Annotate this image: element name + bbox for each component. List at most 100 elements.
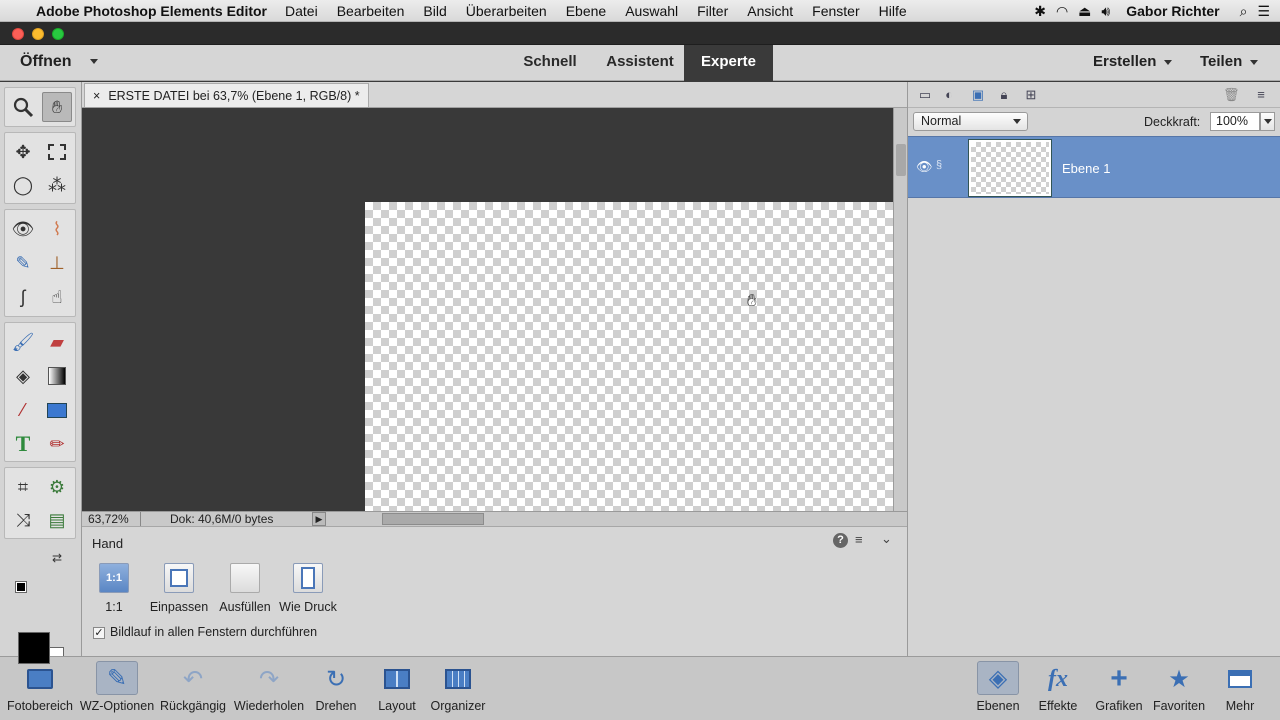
- options-menu-icon[interactable]: ≡: [855, 532, 863, 547]
- notification-center-icon[interactable]: ☰: [1257, 3, 1270, 20]
- document-tab[interactable]: × ERSTE DATEI bei 63,7% (Ebene 1, RGB/8)…: [84, 83, 369, 107]
- opacity-input[interactable]: 100%: [1210, 112, 1260, 131]
- eraser-tool-icon[interactable]: ▰: [42, 327, 72, 357]
- share-button[interactable]: Teilen: [1200, 51, 1259, 73]
- tab-assistent[interactable]: Assistent: [597, 45, 683, 81]
- layers-icon: ◈: [977, 661, 1019, 695]
- menu-filter[interactable]: Filter: [697, 3, 728, 19]
- eyedropper-icon[interactable]: ⁄: [8, 395, 38, 425]
- close-window-icon[interactable]: [12, 28, 24, 40]
- move-tool-icon[interactable]: ✥: [8, 137, 38, 167]
- default-colors-icon[interactable]: [15, 581, 27, 593]
- clone-stamp-icon[interactable]: ⊥: [42, 248, 72, 278]
- chevron-down-icon: [1164, 59, 1173, 65]
- vertical-scrollbar[interactable]: [893, 108, 907, 511]
- create-button[interactable]: Erstellen: [1093, 51, 1173, 73]
- bluetooth-icon[interactable]: ✱: [1034, 3, 1046, 20]
- menu-bearbeiten[interactable]: Bearbeiten: [337, 3, 405, 19]
- adjustment-layer-icon[interactable]: ◐: [941, 87, 957, 103]
- menu-datei[interactable]: Datei: [285, 3, 318, 19]
- menu-ueberarbeiten[interactable]: Überarbeiten: [466, 3, 547, 19]
- tool-options-panel: Hand ? ≡ ⌄ 1:1 1:1 Einpassen Ausfüllen W…: [82, 526, 907, 656]
- wifi-icon[interactable]: ◠: [1056, 3, 1068, 20]
- status-menu-arrow-icon[interactable]: ▶: [312, 512, 326, 526]
- layer-thumbnail[interactable]: [968, 139, 1052, 197]
- spotlight-icon[interactable]: ⌕: [1240, 3, 1248, 20]
- smudge-tool-icon[interactable]: ☝︎: [42, 282, 72, 312]
- transparent-canvas[interactable]: [365, 202, 893, 511]
- panel-menu-icon[interactable]: ≡: [1253, 87, 1269, 103]
- blend-mode-select[interactable]: Normal: [913, 112, 1028, 131]
- pencil-tool-icon[interactable]: ✏︎: [42, 429, 72, 459]
- scrollbar-thumb[interactable]: [896, 144, 906, 176]
- one-to-one-button[interactable]: 1:1: [99, 563, 129, 593]
- blur-tool-icon[interactable]: ʃ: [8, 282, 38, 312]
- zoom-tool-icon[interactable]: [8, 92, 38, 122]
- paint-bucket-icon[interactable]: ◈: [8, 361, 38, 391]
- open-button[interactable]: Öffnen: [20, 51, 98, 75]
- hand-tool-icon[interactable]: ✋︎: [42, 92, 72, 122]
- layer-row[interactable]: 👁︎ § Ebene 1: [908, 136, 1280, 198]
- menu-hilfe[interactable]: Hilfe: [879, 3, 907, 19]
- help-icon[interactable]: ?: [833, 533, 848, 548]
- scroll-all-windows-label: Bildlauf in allen Fenstern durchführen: [110, 625, 318, 639]
- menu-bild[interactable]: Bild: [423, 3, 446, 19]
- brush-tool-icon[interactable]: 🖌︎: [8, 327, 38, 357]
- layer-name[interactable]: Ebene 1: [1062, 161, 1110, 176]
- menu-auswahl[interactable]: Auswahl: [625, 3, 678, 19]
- canvas-area[interactable]: ✋︎: [82, 108, 893, 511]
- menu-fenster[interactable]: Fenster: [812, 3, 859, 19]
- lock-all-icon[interactable]: 🔒︎: [996, 87, 1012, 103]
- fit-screen-button[interactable]: [164, 563, 194, 593]
- trash-icon[interactable]: 🗑︎: [1223, 87, 1240, 103]
- tab-schnell[interactable]: Schnell: [510, 45, 590, 81]
- straighten-tool-icon[interactable]: ▤: [42, 505, 72, 535]
- photo-bin-icon: [25, 665, 55, 693]
- undo-button[interactable]: ↶ Rückgängig: [153, 659, 233, 717]
- gradient-tool-icon[interactable]: [42, 361, 72, 391]
- minimize-window-icon[interactable]: [32, 28, 44, 40]
- lock-transparency-icon[interactable]: ⊞: [1023, 87, 1039, 103]
- type-tool-icon[interactable]: T: [8, 429, 38, 459]
- horizontal-scrollbar-thumb[interactable]: [382, 513, 484, 525]
- content-aware-move-icon[interactable]: ⤨: [8, 505, 38, 535]
- opacity-dropdown[interactable]: [1260, 112, 1275, 131]
- more-button[interactable]: Mehr: [1200, 659, 1280, 717]
- shape-tool-icon[interactable]: [42, 395, 72, 425]
- new-layer-icon[interactable]: ▭: [917, 87, 933, 103]
- tab-experte[interactable]: Experte: [684, 45, 773, 81]
- spot-healing-icon[interactable]: ⌇: [42, 214, 72, 244]
- menu-ebene[interactable]: Ebene: [566, 3, 606, 19]
- chevron-down-icon: [1264, 119, 1272, 124]
- print-size-button[interactable]: [293, 563, 323, 593]
- close-document-icon[interactable]: ×: [93, 85, 100, 107]
- mac-menubar: Adobe Photoshop Elements Editor Datei Be…: [0, 0, 1280, 22]
- collapse-chevron-icon[interactable]: ⌄: [881, 531, 892, 547]
- eject-icon[interactable]: ⏏: [1078, 3, 1091, 20]
- smart-brush-icon[interactable]: ✎: [8, 248, 38, 278]
- organizer-button[interactable]: Organizer: [418, 659, 498, 717]
- visibility-eye-icon[interactable]: 👁︎: [916, 159, 933, 175]
- volume-icon[interactable]: 🔊︎: [1101, 3, 1110, 20]
- menu-ansicht[interactable]: Ansicht: [747, 3, 793, 19]
- fill-screen-button[interactable]: [230, 563, 260, 593]
- recompose-tool-icon[interactable]: ⚙︎: [42, 472, 72, 502]
- status-bar: 63,72% Dok: 40,6M/0 bytes ▶: [82, 511, 907, 526]
- marquee-tool-icon[interactable]: [42, 137, 72, 167]
- red-eye-tool-icon[interactable]: 👁︎: [8, 214, 38, 244]
- bottom-taskbar: Fotobereich ✎ WZ-Optionen ↶ Rückgängig ↷…: [0, 656, 1280, 720]
- app-menu[interactable]: Adobe Photoshop Elements Editor: [36, 3, 267, 19]
- lasso-tool-icon[interactable]: ◯: [8, 170, 38, 200]
- crop-tool-icon[interactable]: ⌗: [8, 472, 38, 502]
- zoom-readout[interactable]: 63,72%: [88, 512, 129, 526]
- link-icon[interactable]: §: [936, 159, 942, 171]
- layer-mask-icon[interactable]: ▣: [970, 87, 986, 103]
- scroll-all-windows-checkbox[interactable]: ✓: [93, 627, 105, 639]
- quick-selection-tool-icon[interactable]: ⁂: [42, 170, 72, 200]
- swap-colors-icon[interactable]: ⇄: [52, 551, 62, 565]
- zoom-window-icon[interactable]: [52, 28, 64, 40]
- user-menu[interactable]: Gabor Richter: [1126, 3, 1219, 19]
- tool-options-button[interactable]: ✎ WZ-Optionen: [77, 659, 157, 717]
- foreground-color-swatch[interactable]: [18, 632, 50, 664]
- photo-bin-button[interactable]: Fotobereich: [0, 659, 80, 717]
